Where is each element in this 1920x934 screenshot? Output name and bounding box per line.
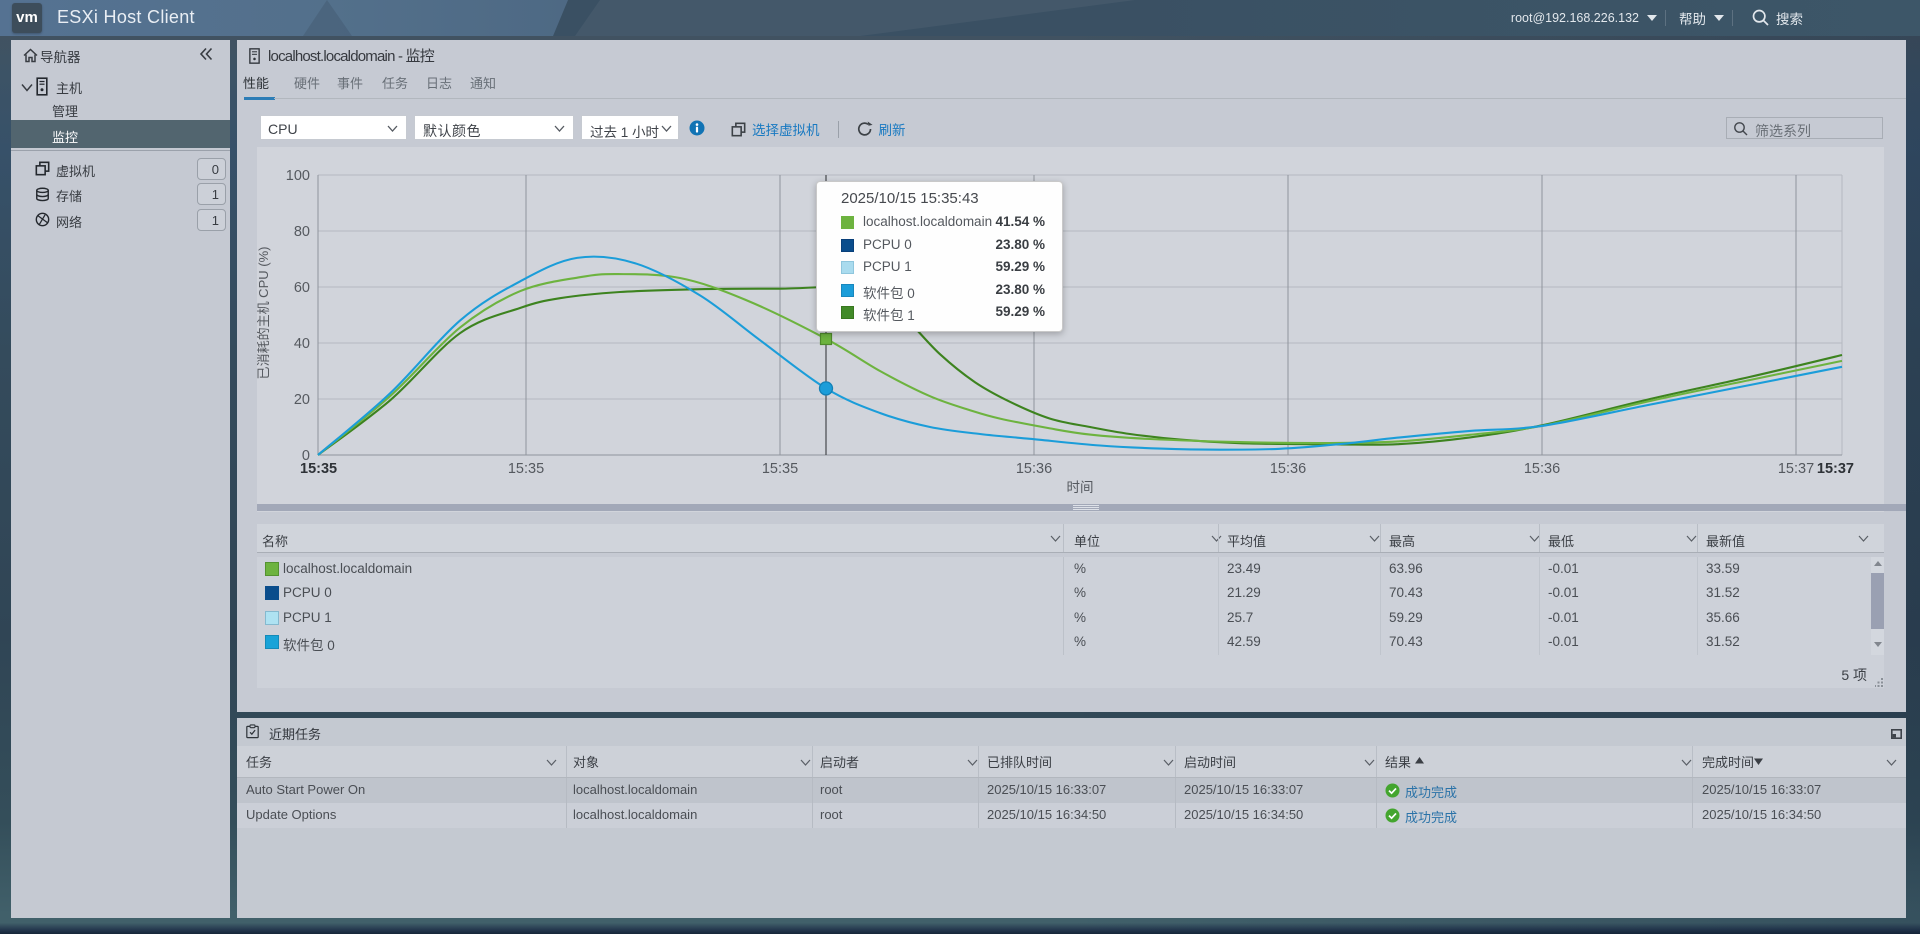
svg-text:15:35: 15:35: [508, 461, 544, 477]
svg-text:100: 100: [286, 168, 310, 184]
svg-text:15:37: 15:37: [1778, 461, 1814, 477]
svg-text:15:35: 15:35: [300, 461, 337, 477]
svg-text:20: 20: [294, 392, 310, 408]
svg-text:15:36: 15:36: [1016, 461, 1052, 477]
svg-text:15:36: 15:36: [1270, 461, 1306, 477]
svg-text:80: 80: [294, 224, 310, 240]
svg-text:15:35: 15:35: [762, 461, 798, 477]
svg-text:已消耗的主机 CPU (%): 已消耗的主机 CPU (%): [257, 247, 271, 380]
svg-text:时间: 时间: [1067, 480, 1094, 495]
svg-text:15:36: 15:36: [1524, 461, 1560, 477]
svg-text:40: 40: [294, 336, 310, 352]
svg-text:15:37: 15:37: [1817, 461, 1854, 477]
svg-text:60: 60: [294, 280, 310, 296]
